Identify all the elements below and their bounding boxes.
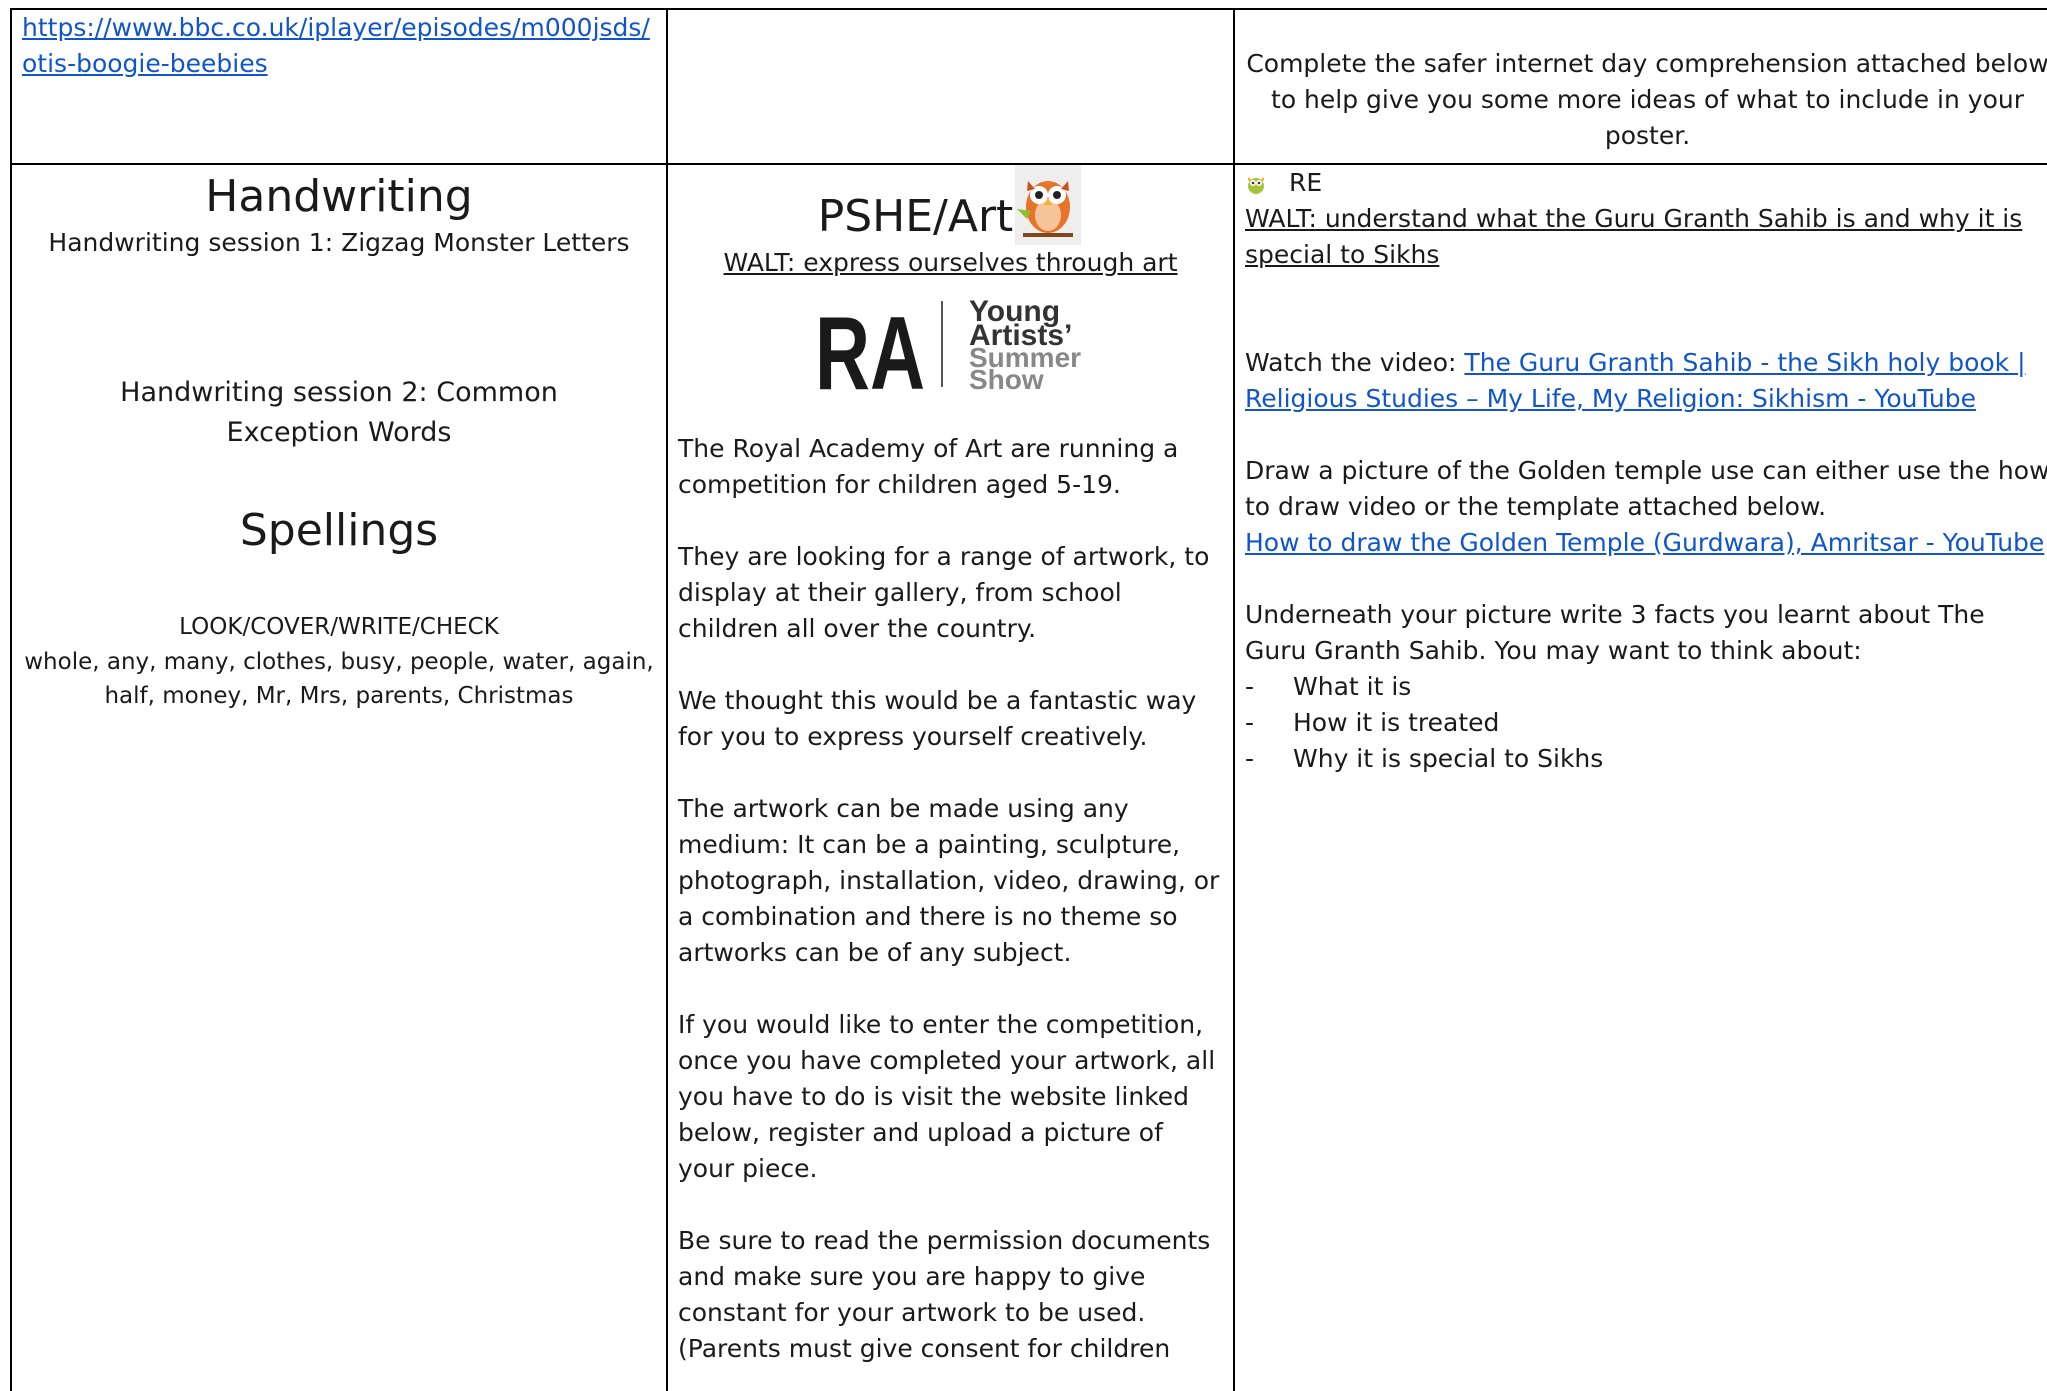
pshe-paragraph: If you would like to enter the competiti… — [678, 1010, 1216, 1183]
handwriting-session-2: Handwriting session 2: Common Exception … — [120, 377, 558, 448]
owl-icon — [1015, 165, 1082, 245]
list-item: How it is treated — [1245, 705, 2047, 741]
main-row: Handwriting Handwriting session 1: Zigza… — [10, 163, 2047, 1391]
cell-pshe-art: PSHE/Art WALT: express ourselves through… — [666, 163, 1235, 1391]
handwriting-session-1: Handwriting session 1: Zigzag Monster Le… — [48, 228, 630, 257]
spelling-method: LOOK/COVER/WRITE/CHECK — [179, 614, 499, 640]
top-row: https://www.bbc.co.uk/iplayer/episodes/m… — [10, 8, 2047, 165]
spellings-heading: Spellings — [239, 505, 439, 556]
re-heading-row: RE — [1245, 165, 2047, 201]
re-facts-list: What it is How it is treated Why it is s… — [1245, 669, 2047, 777]
pshe-paragraph: The artwork can be made using any medium… — [678, 794, 1220, 967]
pshe-paragraph: Be sure to read the permission documents… — [678, 1226, 1211, 1363]
pshe-paragraph: They are looking for a range of artwork,… — [678, 542, 1210, 643]
comprehension-text: Complete the safer internet day comprehe… — [1246, 49, 2047, 150]
pshe-walt: WALT: express ourselves through art — [723, 248, 1178, 277]
re-walt: WALT: understand what the Guru Granth Sa… — [1245, 204, 2023, 269]
handwriting-heading: Handwriting — [205, 171, 473, 222]
cell-bbc-link: https://www.bbc.co.uk/iplayer/episodes/m… — [10, 8, 668, 165]
list-item: What it is — [1245, 669, 2047, 705]
pshe-art-heading: PSHE/Art — [817, 191, 1014, 242]
bbc-iplayer-link[interactable]: https://www.bbc.co.uk/iplayer/episodes/m… — [22, 13, 650, 78]
cell-comprehension: Complete the safer internet day comprehe… — [1233, 8, 2047, 165]
svg-text:RA: RA — [815, 296, 925, 397]
golden-temple-video-link[interactable]: How to draw the Golden Temple (Gurdwara)… — [1245, 528, 2044, 557]
re-draw-text: Draw a picture of the Golden temple use … — [1245, 456, 2047, 521]
ra-young-artists-logo: RA Young Artists’ Summer Show — [815, 295, 1081, 397]
svg-text:Show: Show — [969, 364, 1044, 395]
pshe-paragraph: We thought this would be a fantastic way… — [678, 686, 1197, 751]
pshe-art-heading-row: PSHE/Art — [678, 165, 1223, 245]
re-facts-text: Underneath your picture write 3 facts yo… — [1245, 600, 1985, 665]
cell-handwriting: Handwriting Handwriting session 1: Zigza… — [10, 163, 668, 1391]
list-item: Why it is special to Sikhs — [1245, 741, 2047, 777]
re-heading: RE — [1289, 168, 1323, 197]
timetable: https://www.bbc.co.uk/iplayer/episodes/m… — [10, 8, 2047, 1391]
owl-icon — [1248, 177, 1264, 194]
cell-re: RE WALT: understand what the Guru Granth… — [1233, 163, 2047, 1391]
spelling-words: whole, any, many, clothes, busy, people,… — [24, 649, 654, 709]
cell-empty — [666, 8, 1235, 165]
re-watch-text: Watch the video: The Guru Granth Sahib -… — [1245, 348, 2026, 413]
pshe-paragraph: The Royal Academy of Art are running a c… — [678, 434, 1179, 499]
